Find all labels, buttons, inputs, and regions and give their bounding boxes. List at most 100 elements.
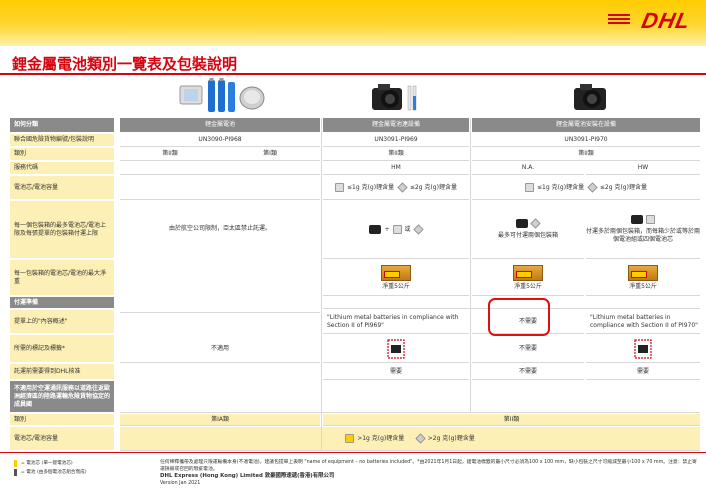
footnote: 任何稀釋攜帶及處理只限運輸備本身(不適電池)。建議包提單上表明 "name of…: [160, 459, 700, 487]
capacity2-cells: >1g 克(g)鋰含量 >2g 克(g)鋰含量: [120, 427, 700, 451]
capacity-c3: ≤1g 克(g)鋰含量 ≤2g 克(g)鋰含量: [472, 176, 700, 200]
max-per-package-c2: + 或: [323, 201, 469, 259]
table-row: 所需的標記及標籤* 不適用 不需要: [10, 335, 700, 363]
row-label-category: 類別: [10, 148, 114, 161]
un-pi968: UN3090-PI968: [120, 134, 320, 147]
legend-item-battery: = 電池 (由多個電池芯組合而成): [14, 468, 86, 477]
service-c1-empty: [120, 162, 320, 175]
row-label-max-per-package: 每一個包裝箱的最多電池芯/電池上限及每張提單的包裝箱付運上限: [10, 201, 114, 259]
net-weight-c2-label: 淨重5公斤: [382, 282, 410, 290]
row-label-classify: 如何分類: [10, 118, 114, 133]
approval-c2: 需要: [323, 364, 469, 380]
category-c2: 第II類: [323, 148, 469, 161]
row-label-un: 聯合國危險貨物編號/包裝說明: [10, 134, 114, 147]
col-header-lithium-metal: 鋰金屬電池: [120, 118, 320, 133]
column-divider: [470, 118, 471, 413]
capacity-large-chip: ≤2g 克(g)鋰含量: [587, 182, 647, 193]
row-label-capacity: 電池芯/電池容量: [10, 176, 114, 200]
legend-cell-label: = 電池芯 (單一鋰電池芯): [21, 461, 73, 466]
marks-c3a: 不需要: [472, 335, 584, 363]
header-banner: [0, 0, 706, 46]
battery-cell-icon: [587, 182, 598, 193]
camera-with-cell: [631, 215, 655, 224]
battery-icon: [392, 225, 402, 234]
capacity-small-chip: ≤1g 克(g)鋰含量: [335, 183, 394, 192]
table-row: 付運準備: [10, 297, 700, 309]
capacity-large-chip: ≤2g 克(g)鋰含量: [397, 182, 457, 193]
approval-c3b: 需要: [586, 364, 700, 380]
category-c3: 第II類: [472, 148, 700, 161]
legend-item-cell: = 電池芯 (單一鋰電池芯): [14, 459, 86, 468]
footnote-version: Version Jan 2021: [160, 481, 201, 486]
table-row: 不適用於空運通訊服務以道路往返歐洲經濟區的陸路運輸危險貨物協定的成員國: [10, 381, 700, 413]
dhl-logo: DHL: [639, 8, 693, 33]
service-hm: HM: [323, 162, 469, 175]
non-air-blank: [120, 381, 700, 413]
capacity2-large: >2g 克(g)鋰含量: [427, 434, 475, 442]
capacity-small: ≤1g 克(g)鋰含量: [537, 183, 585, 191]
battery-icon: [646, 215, 655, 224]
max-per-package-c3b: 付運多於兩個包裝箱，而每箱少於或等於兩個電池組或四個電池芯: [586, 201, 700, 259]
lithium-battery-label-icon: [387, 338, 405, 359]
plus-sign: +: [384, 225, 390, 233]
battery-icon: [525, 183, 535, 192]
table-row: 類別 第II類 第I類 第II類 第II類: [10, 148, 700, 161]
table-row: 電池芯/電池容量 >1g 克(g)鋰含量 >2g 克(g)鋰含量: [10, 427, 700, 451]
net-weight-c3a: 淨重5公斤: [472, 260, 584, 296]
table-row: 每一包裝箱的電池芯/電池的最大淨重 淨重5公斤 淨重5公斤 淨重5公斤: [10, 260, 700, 296]
approval-c3a: 不需要: [472, 364, 584, 380]
col-header-packed-with-equipment: 鋰金屬電池連設備: [323, 118, 469, 133]
marks-c3b: [586, 335, 700, 363]
or-label: 或: [404, 225, 411, 233]
row-label-category-2: 類別: [10, 414, 114, 426]
package-box-icon: [381, 264, 411, 281]
table-row: 電池芯/電池容量 ≤1g 克(g)鋰含量 ≤2g 克(g)鋰含量 ≤1g 克(g…: [10, 176, 700, 200]
row-label-capacity-2: 電池芯/電池容量: [10, 427, 114, 451]
camera-icon: [369, 225, 382, 234]
net-weight-c3b: 淨重5公斤: [586, 260, 700, 296]
battery-icon: [335, 183, 345, 192]
battery-cell-icon: [397, 182, 408, 193]
lithium-battery-label-icon: [634, 338, 652, 359]
camera-plus-battery: + 或: [369, 224, 424, 235]
battery-cell-icon: [530, 218, 541, 229]
capacity2-large-chip: >2g 克(g)鋰含量: [415, 433, 475, 444]
more-than-two-packages: 付運多於兩個包裝箱，而每箱少於或等於兩個電池組或四個電池芯: [586, 228, 701, 243]
package-box-icon: [513, 264, 543, 281]
un-pi970: UN3091-PI970: [472, 134, 700, 147]
table-row: 類別 第IA類 第II類: [10, 414, 700, 426]
max-per-package-c3a: 最多可付運兩個包裝箱: [472, 201, 584, 259]
capacity2-small-chip: >1g 克(g)鋰含量: [345, 434, 404, 443]
battery-cell-icon: [415, 433, 426, 444]
camera-icon: [631, 215, 643, 224]
row-label-marks: 所需的標記及標籤*: [10, 335, 114, 363]
legend-battery-label: = 電池 (由多個電池芯組合而成): [21, 470, 87, 475]
battery-cell-icon: [412, 224, 424, 235]
marks-c1: 不適用: [120, 335, 320, 363]
net-weight-c3a-label: 淨重5公斤: [514, 282, 542, 290]
category-c1a: 第II類: [120, 148, 220, 161]
category2-c23: 第II類: [323, 414, 700, 426]
column-divider: [321, 118, 322, 451]
battery-cell-icon: [14, 460, 17, 467]
table-row: 服務代碼 HM N.A. HW: [10, 162, 700, 175]
highlight-circle: [488, 298, 550, 336]
capacity-c1-empty: [120, 176, 320, 200]
row-label-description: 提單上的"內容概述": [10, 310, 114, 334]
capacity-small-chip: ≤1g 克(g)鋰含量: [525, 183, 584, 192]
footnote-text: 任何稀釋攜帶及處理只限運輸備本身(不適電池)。建議包提單上表明 "name of…: [160, 460, 697, 472]
capacity2-small: >1g 克(g)鋰含量: [357, 434, 405, 442]
capacity-c2: ≤1g 克(g)鋰含量 ≤2g 克(g)鋰含量: [323, 176, 469, 200]
row-label-approval: 託運前需要得到DHL核准: [10, 364, 114, 380]
service-na: N.A.: [472, 162, 584, 175]
capacity-small: ≤1g 克(g)鋰含量: [347, 183, 395, 191]
table-row: 提單上的"內容概述" "Lithium metal batteries in c…: [10, 310, 700, 334]
table-row: 如何分類 鋰金屬電池 鋰金屬電池連設備 鋰金屬電池安裝在設備: [10, 118, 700, 133]
col-header-contained-in-equipment: 鋰金屬電池安裝在設備: [472, 118, 700, 133]
footnote-org: DHL Express (Hong Kong) Limited 敦豪國際速遞(香…: [160, 473, 335, 479]
capacity-large: ≤2g 克(g)鋰含量: [599, 183, 647, 191]
description-c3b: "Lithium metal batteries in compliance w…: [586, 310, 700, 334]
batteries-image: [179, 78, 265, 112]
footer-divider: [0, 452, 706, 453]
camera-image: [574, 84, 606, 110]
